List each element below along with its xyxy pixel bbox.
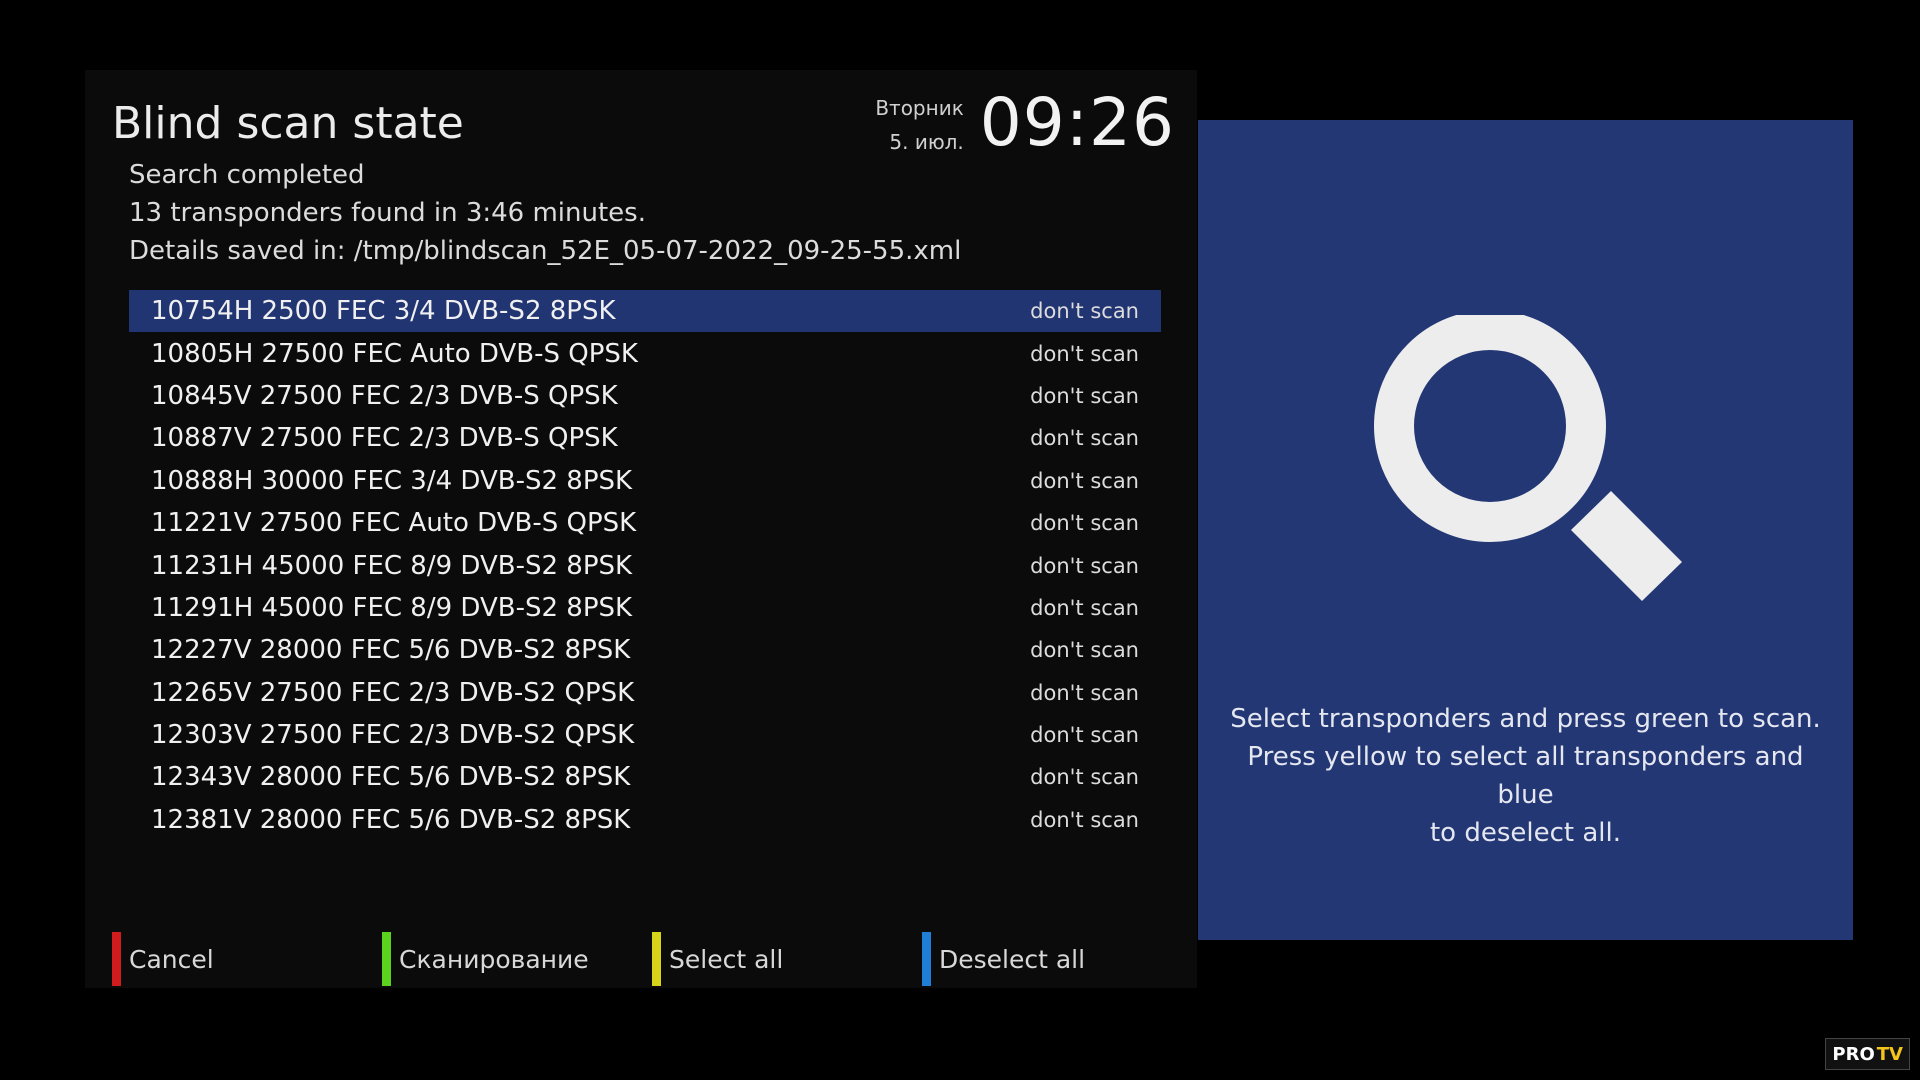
transponder-row[interactable]: 10887V 27500 FEC 2/3 DVB-S QPSK don't sca… <box>129 417 1161 459</box>
scan-toggle[interactable]: don't scan <box>1030 596 1139 620</box>
magnifier-icon <box>1374 315 1682 601</box>
transponder-count: 13 transponders found in 3:46 minutes. <box>129 198 646 228</box>
transponder-name: 12343V 28000 FEC 5/6 DVB-S2 8PSK <box>151 762 631 793</box>
transponder-name: 11291H 45000 FEC 8/9 DVB-S2 8PSK <box>151 592 633 623</box>
color-button-bar: Cancel Сканирование Select all Deselect … <box>112 932 1172 986</box>
transponder-name: 12303V 27500 FEC 2/3 DVB-S2 QPSK <box>151 720 635 751</box>
scan-button[interactable]: Сканирование <box>382 932 589 986</box>
transponder-name: 12265V 27500 FEC 2/3 DVB-S2 QPSK <box>151 677 635 708</box>
scan-toggle[interactable]: don't scan <box>1030 681 1139 705</box>
scan-toggle[interactable]: don't scan <box>1030 299 1139 323</box>
transponder-row[interactable]: 12303V 27500 FEC 2/3 DVB-S2 QPSK don't sc… <box>129 714 1161 756</box>
weekday: Вторник <box>875 95 964 120</box>
transponder-name: 10845V 27500 FEC 2/3 DVB-S QPSK <box>151 380 618 411</box>
help-line-1: Select transponders and press green to s… <box>1230 704 1821 734</box>
transponder-row[interactable]: 10805H 27500 FEC Auto DVB-S QPSK don't sc… <box>129 332 1161 374</box>
cancel-label: Cancel <box>129 944 214 974</box>
scan-toggle[interactable]: don't scan <box>1030 469 1139 493</box>
help-panel: Select transponders and press green to s… <box>1198 120 1853 940</box>
scan-toggle[interactable]: don't scan <box>1030 554 1139 578</box>
blind-scan-panel: Blind scan state Вторник 5. июл. 09:26 S… <box>85 70 1197 988</box>
deselect-all-label: Deselect all <box>939 944 1086 974</box>
select-all-label: Select all <box>669 944 784 974</box>
green-key-indicator <box>382 932 391 986</box>
scan-info: Search completed 13 transponders found i… <box>129 156 961 270</box>
page-title: Blind scan state <box>112 98 464 149</box>
select-all-button[interactable]: Select all <box>652 932 783 986</box>
transponder-row[interactable]: 12343V 28000 FEC 5/6 DVB-S2 8PSK don't sc… <box>129 756 1161 798</box>
transponder-row[interactable]: 10888H 30000 FEC 3/4 DVB-S2 8PSK don't sc… <box>129 460 1161 502</box>
scan-toggle[interactable]: don't scan <box>1030 342 1139 366</box>
transponder-name: 10754H 2500 FEC 3/4 DVB-S2 8PSK <box>151 296 616 327</box>
transponder-row[interactable]: 11291H 45000 FEC 8/9 DVB-S2 8PSK don't sc… <box>129 587 1161 629</box>
help-line-2: Press yellow to select all transponders … <box>1247 742 1804 810</box>
scan-toggle[interactable]: don't scan <box>1030 384 1139 408</box>
deselect-all-button[interactable]: Deselect all <box>922 932 1085 986</box>
cancel-button[interactable]: Cancel <box>112 932 214 986</box>
blue-key-indicator <box>922 932 931 986</box>
date: 5. июл. <box>889 129 964 154</box>
yellow-key-indicator <box>652 932 661 986</box>
scan-toggle[interactable]: don't scan <box>1030 638 1139 662</box>
transponder-name: 10805H 27500 FEC Auto DVB-S QPSK <box>151 338 638 369</box>
transponder-name: 12381V 28000 FEC 5/6 DVB-S2 8PSK <box>151 804 631 835</box>
scan-toggle[interactable]: don't scan <box>1030 426 1139 450</box>
transponder-row[interactable]: 10754H 2500 FEC 3/4 DVB-S2 8PSK don't sca… <box>129 290 1161 333</box>
details-path: Details saved in: /tmp/blindscan_52E_05-… <box>129 236 962 266</box>
scan-label: Сканирование <box>399 944 589 974</box>
transponder-row[interactable]: 12265V 27500 FEC 2/3 DVB-S2 QPSK don't sc… <box>129 672 1161 714</box>
scan-toggle[interactable]: don't scan <box>1030 511 1139 535</box>
transponder-row[interactable]: 10845V 27500 FEC 2/3 DVB-S QPSK don't sca… <box>129 375 1161 417</box>
logo-brand: PRO <box>1832 1043 1875 1065</box>
transponder-name: 10888H 30000 FEC 3/4 DVB-S2 8PSK <box>151 465 633 496</box>
datetime: Вторник 5. июл. 09:26 <box>875 84 1175 161</box>
transponder-name: 11231H 45000 FEC 8/9 DVB-S2 8PSK <box>151 550 633 581</box>
scan-toggle[interactable]: don't scan <box>1030 723 1139 747</box>
clock: 09:26 <box>979 84 1175 161</box>
help-text: Select transponders and press green to s… <box>1218 700 1833 852</box>
transponder-row[interactable]: 12381V 28000 FEC 5/6 DVB-S2 8PSK don't sc… <box>129 799 1161 841</box>
channel-logo: PRO TV <box>1825 1038 1910 1070</box>
transponder-list: 10754H 2500 FEC 3/4 DVB-S2 8PSK don't sca… <box>129 290 1161 841</box>
scan-status: Search completed <box>129 160 365 190</box>
scan-toggle[interactable]: don't scan <box>1030 808 1139 832</box>
transponder-name: 12227V 28000 FEC 5/6 DVB-S2 8PSK <box>151 635 631 666</box>
red-key-indicator <box>112 932 121 986</box>
screen: Blind scan state Вторник 5. июл. 09:26 S… <box>0 0 1920 1080</box>
logo-accent: TV <box>1876 1043 1903 1065</box>
transponder-name: 11221V 27500 FEC Auto DVB-S QPSK <box>151 508 637 539</box>
transponder-row[interactable]: 11231H 45000 FEC 8/9 DVB-S2 8PSK don't sc… <box>129 544 1161 586</box>
transponder-row[interactable]: 12227V 28000 FEC 5/6 DVB-S2 8PSK don't sc… <box>129 629 1161 671</box>
date-block: Вторник 5. июл. <box>875 91 963 159</box>
help-line-3: to deselect all. <box>1429 818 1622 848</box>
transponder-row[interactable]: 11221V 27500 FEC Auto DVB-S QPSK don't sc… <box>129 502 1161 544</box>
transponder-name: 10887V 27500 FEC 2/3 DVB-S QPSK <box>151 423 618 454</box>
scan-toggle[interactable]: don't scan <box>1030 765 1139 789</box>
